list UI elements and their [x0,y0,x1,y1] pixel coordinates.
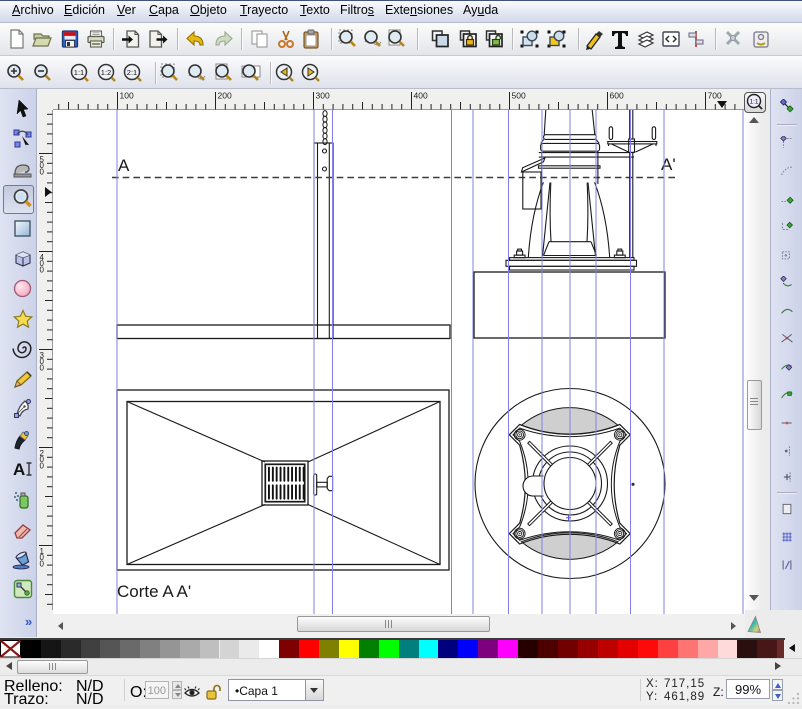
svg-text:600: 600 [610,91,624,101]
svg-text:Corte A A': Corte A A' [117,582,191,601]
svg-text:1:1: 1:1 [749,99,758,106]
svg-text:400: 400 [414,91,428,101]
svg-text:700: 700 [708,91,722,101]
svg-text:A': A' [661,155,676,174]
svg-text:0: 0 [40,461,45,470]
svg-text:0: 0 [40,559,45,568]
svg-text:0: 0 [40,363,45,372]
svg-text:A: A [13,460,25,479]
svg-text:100: 100 [120,91,134,101]
svg-text:300: 300 [316,91,330,101]
svg-text:500: 500 [512,91,526,101]
svg-text:200: 200 [218,91,232,101]
svg-text:0: 0 [40,167,45,176]
svg-text:1:2: 1:2 [100,68,110,77]
svg-text:1:1: 1:1 [74,68,84,77]
svg-text:2:1: 2:1 [127,68,137,77]
svg-text:A: A [118,156,130,175]
svg-text:0: 0 [40,265,45,274]
